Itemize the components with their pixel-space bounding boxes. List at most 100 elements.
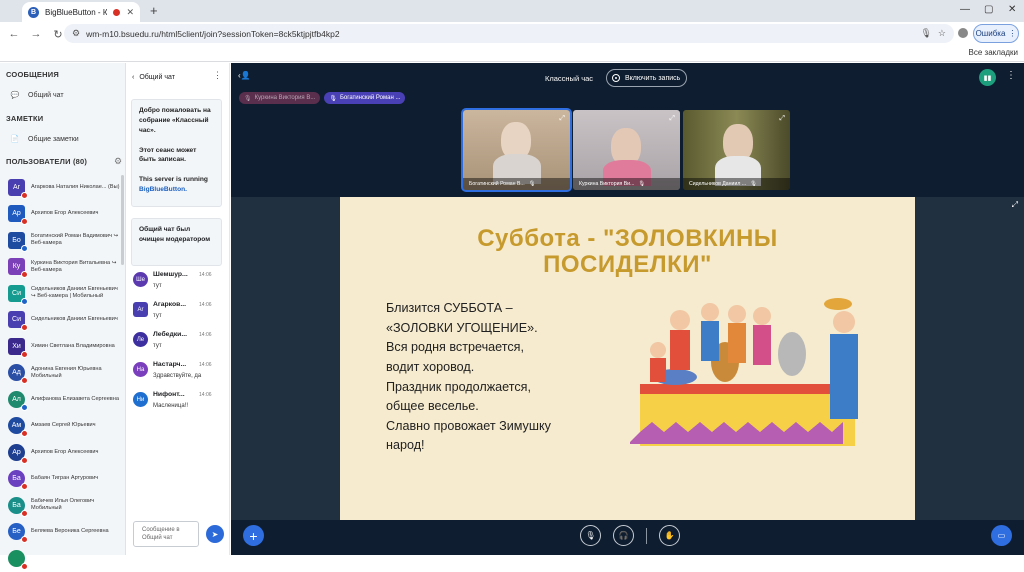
connection-status-icon[interactable]: ▮▮ [979,69,996,86]
talker-chip[interactable]: 🎙 Богатинский Роман ... [324,92,406,104]
webcam-tile[interactable]: ⤢ Богатинский Роман В... 🎙 [461,108,572,192]
user-list-item[interactable]: Бо Богатинский Роман Вадимович ↪ Веб-каме… [0,227,124,254]
user-list-item[interactable] [0,545,124,572]
chat-bubbles-icon: 💬 [10,92,20,99]
bookmark-star-icon[interactable]: ☆ [938,28,946,39]
leave-audio-button[interactable]: 🎧 [613,525,634,546]
user-list-item[interactable]: Хи Химин Светлана Владимировна [0,333,124,360]
slide-title-line: Суббота - "ЗОЛОВКИНЫ [477,225,778,252]
send-icon: ➤ [211,529,219,539]
start-recording-button[interactable]: Включить запись [606,69,687,87]
user-name: Агаркова Наталия Николае... (Вы) [31,183,120,190]
webcam-tile[interactable]: ⤢ Сидельников Даниил ... 🎙 [683,110,790,190]
mic-icon[interactable]: 🎙 [920,28,931,39]
user-name: Алифанова Елизавета Сергеевна [31,395,119,402]
address-bar[interactable]: ⚙ wm-m10.bsuedu.ru/html5client/join?sess… [64,24,954,43]
user-list-item[interactable]: Бе Беляева Вероника Сергеевна [0,519,124,546]
audio-status-icon [21,483,28,491]
notes-section-title: ЗАМЕТКИ [6,114,44,123]
users-settings-gear-icon[interactable]: ⚙ [114,156,122,167]
hide-chat-chevron-icon[interactable]: ‹ [132,74,134,81]
fullscreen-icon[interactable]: ⤢ [559,115,565,123]
user-initials: Си [12,289,21,297]
error-chip-label: Ошибка [975,29,1006,38]
user-list-item[interactable]: Ar Агаркова Наталия Николае... (Вы) [0,174,124,201]
server-notice: This server is running [139,176,208,184]
maximize-icon[interactable]: ▢ [984,4,993,15]
user-list-item[interactable]: Ар Архипов Егор Алексеевич [0,201,124,228]
options-menu-icon[interactable]: ⋮ [1006,70,1016,81]
forward-icon[interactable]: → [28,28,44,40]
sender-avatar: Ar [133,302,148,317]
user-list-item[interactable]: Ба Бабичев Илья Олегович Мобильный [0,492,124,519]
bbb-link[interactable]: BigBlueButton. [139,186,187,193]
user-list-item[interactable]: Си Сидельников Даниил Евгеньевич ↪ Веб-ка… [0,280,124,307]
url-text[interactable]: wm-m10.bsuedu.ru/html5client/join?sessio… [86,29,914,39]
webcam-label: Куркина Виктория Ви... 🎙 [573,178,680,190]
user-avatar: Хи [8,337,28,358]
chat-cleared-notice: Общий чат был очищен модератором [131,218,222,266]
user-initials: Си [12,316,21,324]
user-list-item[interactable]: Ар Архипов Егор Алексеевич [0,439,124,466]
public-chat-item[interactable]: 💬 Общий чат [0,88,72,102]
back-icon[interactable]: ← [6,28,22,40]
toggle-userlist-icon[interactable]: ‹👤 [238,71,251,80]
profile-avatar[interactable] [958,28,968,38]
shared-notes-item[interactable]: 📄 Общие заметки [0,132,87,146]
audio-status-icon [21,456,28,464]
close-tab-icon[interactable]: ✕ [126,7,134,18]
mute-mic-button[interactable]: 🎙 [580,525,601,546]
user-initials: Хи [12,342,21,350]
record-label: Включить запись [625,74,681,82]
talking-indicators: 🎙 Куркина Виктория В... 🎙 Богатинский Рома… [239,92,406,106]
all-bookmarks-link[interactable]: Все закладки [969,48,1018,57]
shared-notes-label: Общие заметки [28,135,79,143]
user-avatar: Ку [8,258,28,279]
presentation-icon: ▭ [997,531,1006,540]
sender-avatar: Ше [133,272,148,287]
site-info-icon[interactable]: ⚙ [72,28,80,39]
presentation-slide[interactable]: Суббота - "ЗОЛОВКИНЫ ПОСИДЕЛКИ" Близится… [340,197,915,520]
messages-section-title: СООБЩЕНИЯ [6,70,59,79]
user-avatar: Си [8,284,28,305]
new-tab-button[interactable]: + [150,3,158,18]
audio-status-icon [21,536,28,544]
browser-tab-strip: B BigBlueButton - Классный ✕ + — ▢ ✕ [0,0,1024,22]
slide-body: Близится СУББОТА – «ЗОЛОВКИ УГОЩЕНИЕ». В… [386,299,551,456]
user-list-item[interactable]: Си Сидельников Даниил Евгеньевич [0,307,124,334]
webcam-name: Куркина Виктория Ви... [579,181,635,187]
talker-chip[interactable]: 🎙 Куркина Виктория В... [239,92,321,104]
user-list-item[interactable]: Ад Адонина Евгения Юрьевна Мобильный [0,360,124,387]
user-list-item[interactable]: Ал Алифанова Елизавета Сергеевна [0,386,124,413]
left-sidebar: СООБЩЕНИЯ 💬 Общий чат ЗАМЕТКИ 📄 Общие за… [0,63,126,570]
presentation-toggle-button[interactable]: ▭ [991,525,1012,546]
actions-plus-button[interactable]: + [243,525,264,546]
slide-line: «ЗОЛОВКИ УГОЩЕНИЕ». [386,320,538,335]
raise-hand-button[interactable]: ✋ [659,525,680,546]
slide-line: водит хоровод. [386,359,475,374]
audio-status-icon [21,218,28,226]
user-name: Куркина Виктория Витальевна ↪ Веб-камера [31,259,117,273]
browser-tab[interactable]: B BigBlueButton - Классный ✕ [22,2,140,22]
user-list-item[interactable]: Ку Куркина Виктория Витальевна ↪ Веб-каме… [0,254,124,281]
chat-options-icon[interactable]: ⋮ [213,70,222,81]
presentation-fullscreen-icon[interactable]: ⤢ [1012,200,1018,210]
fullscreen-icon[interactable]: ⤢ [779,115,785,123]
minimize-icon[interactable]: — [960,4,970,15]
user-avatar: Ба [8,470,28,491]
close-window-icon[interactable]: ✕ [1008,4,1016,15]
sender-name: Агарков... [153,301,186,308]
chat-message-input[interactable]: Сообщение в Общий чат [133,521,199,547]
user-list-item[interactable]: Ам Амзаев Сергей Юрьевич [0,413,124,440]
user-list-scrollbar[interactable] [121,175,124,265]
fullscreen-icon[interactable]: ⤢ [669,115,675,123]
action-bar: + 🎙 🎧 ✋ ▭ [231,520,1024,555]
error-chip[interactable]: Ошибка ⋮ [973,24,1019,43]
user-list-item[interactable]: Ба Бабаян Тигран Артурович [0,466,124,493]
webcam-tile[interactable]: ⤢ Куркина Виктория Ви... 🎙 [573,110,680,190]
user-avatar: Ар [8,443,28,464]
send-message-button[interactable]: ➤ [206,525,224,543]
audio-status-icon [21,324,28,332]
user-list: Ar Агаркова Наталия Николае... (Вы) Ар Архи… [0,174,124,572]
webcam-label: Сидельников Даниил ... 🎙 [683,178,790,190]
